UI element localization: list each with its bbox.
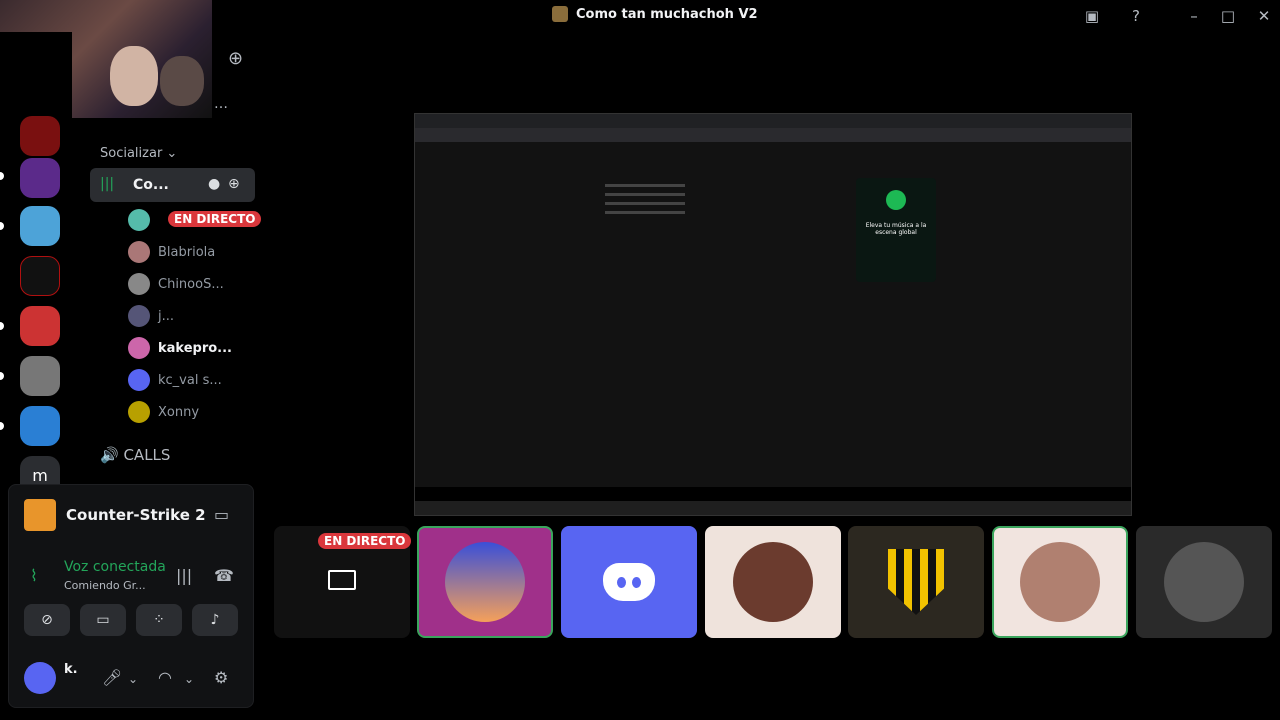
voice-status[interactable]: Voz conectada	[64, 559, 166, 575]
avatar	[128, 337, 150, 359]
member-name: ChinooS...	[158, 276, 224, 292]
member-name: j...	[158, 308, 175, 324]
member-name: Blabriola	[158, 244, 216, 260]
avatar	[128, 401, 150, 423]
calls-label: CALLS	[123, 446, 171, 464]
live-badge: EN DIRECTO	[318, 533, 412, 549]
server-icon[interactable]	[20, 406, 60, 446]
avatar	[128, 369, 150, 391]
invite-icon[interactable]: ⊕	[228, 176, 240, 192]
camera-button[interactable]: ⊘	[24, 604, 70, 636]
avatar	[445, 542, 525, 622]
share-screen-button[interactable]: ▭	[80, 604, 126, 636]
voice-member[interactable]: Blabriola	[128, 240, 215, 264]
signal-icon: ⌇	[30, 566, 38, 585]
stream-stage[interactable]: Eleva tu música a la escena global	[414, 113, 1132, 516]
gear-icon[interactable]: ⚙	[214, 668, 228, 687]
maximize-icon[interactable]: □	[1218, 6, 1238, 26]
voice-channel-calls[interactable]: 🔊 CALLS	[100, 446, 170, 464]
member-name: kc_val s...	[158, 372, 222, 388]
stream-sidebar	[605, 178, 685, 220]
voice-member[interactable]: kakepro...	[128, 336, 232, 360]
voice-member[interactable]: j...	[128, 304, 174, 328]
server-icon[interactable]	[20, 116, 60, 156]
server-icon	[552, 6, 568, 22]
avatar	[1164, 542, 1244, 622]
participant-tile[interactable]	[705, 526, 841, 638]
member-name: kakepro...	[158, 340, 232, 356]
participant-tile[interactable]	[417, 526, 553, 638]
window-title: Como tan muchachoh V2	[576, 6, 758, 22]
voice-member[interactable]	[128, 208, 150, 232]
avatar	[1020, 542, 1100, 622]
browser-tabs	[415, 114, 1131, 128]
avatar[interactable]	[24, 662, 56, 694]
stream-taskbar	[415, 501, 1131, 515]
soundboard-button[interactable]: ♪	[192, 604, 238, 636]
avatar	[128, 273, 150, 295]
add-member-icon[interactable]: ⊕	[228, 48, 250, 70]
chevron-down-icon[interactable]: ⌄	[184, 672, 194, 686]
server-icon[interactable]	[20, 206, 60, 246]
browser-address-bar	[415, 128, 1131, 142]
voice-member[interactable]: ChinooS...	[128, 272, 224, 296]
discord-icon	[603, 563, 655, 601]
stream-player-bar	[415, 487, 1131, 501]
voice-member[interactable]: kc_val s...	[128, 368, 222, 392]
participant-tile[interactable]	[561, 526, 697, 638]
voice-channel-name: Co...	[133, 177, 169, 193]
voice-channel-sub[interactable]: Comiendo Gr...	[64, 579, 146, 592]
voice-member[interactable]: Xonny	[128, 400, 199, 424]
disconnect-icon[interactable]: ☎	[214, 566, 234, 585]
noise-icon[interactable]: |||	[176, 566, 192, 585]
game-icon	[24, 499, 56, 531]
user-name[interactable]: k.	[64, 662, 78, 677]
member-name: Xonny	[158, 404, 200, 420]
participant-tile[interactable]	[848, 526, 984, 638]
close-icon[interactable]: ✕	[1254, 6, 1274, 26]
avatar	[128, 305, 150, 327]
voice-activity-icon: |||	[100, 176, 115, 192]
help-icon[interactable]: ?	[1126, 6, 1146, 26]
window-title-wrap: Como tan muchachoh V2	[552, 6, 758, 22]
live-badge: EN DIRECTO	[168, 211, 262, 227]
avatar	[128, 241, 150, 263]
game-name: Counter-Strike 2	[66, 506, 206, 524]
screen-share-icon[interactable]: ▭	[214, 505, 229, 524]
shield-icon	[888, 549, 944, 615]
chevron-down-icon[interactable]: ⌄	[128, 672, 138, 686]
avatar	[733, 542, 813, 622]
chat-icon[interactable]: ●	[208, 176, 220, 192]
server-icon[interactable]	[20, 306, 60, 346]
game-row[interactable]: Counter-Strike 2	[24, 499, 206, 531]
participant-tile[interactable]	[1136, 526, 1272, 638]
participant-tile[interactable]	[992, 526, 1128, 638]
headphones-icon[interactable]: ◠	[158, 668, 172, 687]
mic-icon[interactable]: 🎤︎	[102, 668, 122, 687]
server-icon[interactable]	[20, 256, 60, 296]
category-header[interactable]: Socializar ⌄	[100, 146, 177, 161]
server-icon[interactable]	[20, 158, 60, 198]
stream-card-title: Eleva tu música a la escena global	[865, 222, 927, 236]
activities-button[interactable]: ⁘	[136, 604, 182, 636]
stream-content	[415, 142, 1131, 487]
avatar	[128, 209, 150, 231]
more-icon[interactable]: …	[214, 96, 228, 112]
inbox-icon[interactable]: ▣	[1082, 6, 1102, 26]
server-icon[interactable]	[20, 356, 60, 396]
minimize-icon[interactable]: –	[1184, 6, 1204, 26]
